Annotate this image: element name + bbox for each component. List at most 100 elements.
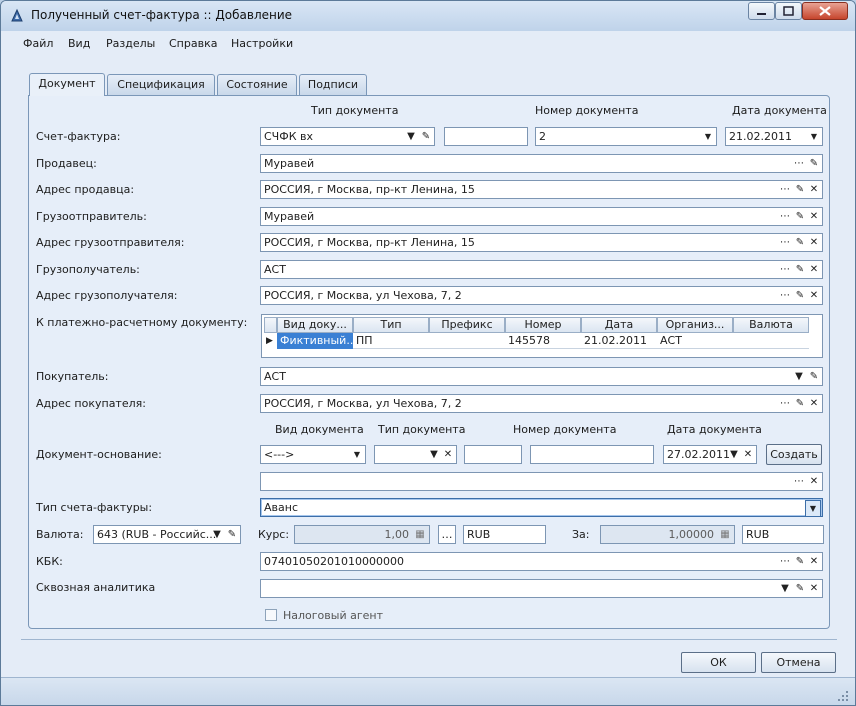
kbk-field[interactable]: 07401050201010000000 ⋯ ✎ ✕ (260, 552, 823, 571)
column-header[interactable]: Дата (581, 317, 657, 333)
table-cell[interactable]: 21.02.2011 (581, 333, 657, 349)
ellipsis-icon[interactable]: ⋯ (792, 156, 806, 171)
chevron-down-icon[interactable]: ▼ (404, 129, 418, 144)
column-header[interactable]: Валюта (733, 317, 809, 333)
edit-icon[interactable]: ✎ (807, 156, 821, 171)
analytics-field[interactable]: ▼ ✎ ✕ (260, 579, 823, 598)
calculator-icon[interactable]: ▦ (718, 527, 732, 542)
ellipsis-icon[interactable]: ⋯ (778, 396, 792, 411)
edit-icon[interactable]: ✎ (793, 554, 807, 569)
edit-icon[interactable]: ✎ (793, 209, 807, 224)
menu-settings[interactable]: Настройки (231, 37, 293, 50)
clear-icon[interactable]: ✕ (807, 288, 821, 303)
shipper-field[interactable]: Муравей ⋯ ✎ ✕ (260, 207, 823, 226)
edit-icon[interactable]: ✎ (419, 129, 433, 144)
table-cell[interactable]: 145578 (505, 333, 581, 349)
tab-signatures[interactable]: Подписи (299, 74, 367, 95)
ellipsis-icon[interactable]: ⋯ (778, 262, 792, 277)
clear-icon[interactable]: ✕ (807, 581, 821, 596)
edit-icon[interactable]: ✎ (807, 369, 821, 384)
menu-view[interactable]: Вид (68, 37, 90, 50)
column-header[interactable]: Организ... (657, 317, 733, 333)
chevron-down-icon[interactable]: ▼ (778, 581, 792, 596)
consignee-field[interactable]: АСТ ⋯ ✎ ✕ (260, 260, 823, 279)
consignee-address-field[interactable]: РОССИЯ, г Москва, ул Чехова, 7, 2 ⋯ ✎ ✕ (260, 286, 823, 305)
payment-doc-table[interactable]: Вид доку... Тип Префикс Номер Дата Орган… (261, 314, 823, 358)
resize-grip-icon[interactable] (837, 690, 849, 702)
column-header[interactable]: Номер (505, 317, 581, 333)
clear-icon[interactable]: ✕ (807, 209, 821, 224)
edit-icon[interactable]: ✎ (225, 527, 239, 542)
per-input[interactable]: 1,00000 ▦ (600, 525, 735, 544)
tab-status[interactable]: Состояние (217, 74, 297, 95)
ellipsis-icon[interactable]: ⋯ (778, 288, 792, 303)
chevron-down-icon[interactable]: ▼ (807, 129, 821, 144)
chevron-down-icon[interactable]: ▼ (350, 447, 364, 462)
menu-file[interactable]: Файл (23, 37, 53, 50)
clear-icon[interactable]: ✕ (741, 447, 755, 462)
edit-icon[interactable]: ✎ (793, 288, 807, 303)
ok-button[interactable]: ОК (681, 652, 756, 673)
clear-icon[interactable]: ✕ (441, 447, 455, 462)
chevron-down-icon[interactable]: ▼ (792, 369, 806, 384)
ellipsis-icon[interactable]: ⋯ (778, 554, 792, 569)
rate-options-button[interactable]: … (438, 525, 456, 544)
edit-icon[interactable]: ✎ (793, 235, 807, 250)
column-header[interactable]: Тип (353, 317, 429, 333)
create-basis-button[interactable]: Создать (766, 444, 822, 465)
column-header[interactable]: Вид доку... (277, 317, 353, 333)
basis-kind-select[interactable]: <---> ▼ (260, 445, 366, 464)
basis-extra-field[interactable]: ⋯ ✕ (260, 472, 823, 491)
minimize-button[interactable] (748, 2, 775, 20)
chevron-down-icon[interactable]: ▼ (427, 447, 441, 462)
table-cell[interactable]: Фиктивный... (277, 333, 353, 349)
table-cell[interactable] (733, 333, 809, 349)
close-button[interactable] (802, 2, 848, 20)
edit-icon[interactable]: ✎ (793, 396, 807, 411)
edit-icon[interactable]: ✎ (793, 262, 807, 277)
shipper-address-field[interactable]: РОССИЯ, г Москва, пр-кт Ленина, 15 ⋯ ✎ ✕ (260, 233, 823, 252)
chevron-down-icon[interactable]: ▼ (805, 500, 821, 516)
chevron-down-icon[interactable]: ▼ (210, 527, 224, 542)
rate-currency-field[interactable]: RUB (463, 525, 546, 544)
invoice-number-select[interactable]: 2 ▼ (535, 127, 717, 146)
table-cell[interactable] (429, 333, 505, 349)
basis-number-input[interactable] (530, 445, 654, 464)
ellipsis-icon[interactable]: ⋯ (792, 474, 806, 489)
invoice-date-picker[interactable]: 21.02.2011 ▼ (725, 127, 823, 146)
tax-agent-checkbox[interactable] (265, 609, 277, 621)
currency-select[interactable]: 643 (RUB - Российс... ▼ ✎ (93, 525, 241, 544)
tab-specification[interactable]: Спецификация (107, 74, 215, 95)
clear-icon[interactable]: ✕ (807, 235, 821, 250)
per-currency-field[interactable]: RUB (742, 525, 824, 544)
invoice-kind-select[interactable]: Аванс ▼ (260, 498, 823, 517)
menu-sections[interactable]: Разделы (106, 37, 155, 50)
tab-document[interactable]: Документ (29, 73, 105, 96)
edit-icon[interactable]: ✎ (793, 182, 807, 197)
seller-address-field[interactable]: РОССИЯ, г Москва, пр-кт Ленина, 15 ⋯ ✎ ✕ (260, 180, 823, 199)
column-header[interactable]: Префикс (429, 317, 505, 333)
rate-input[interactable]: 1,00 ▦ (294, 525, 430, 544)
invoice-prefix-input[interactable] (444, 127, 528, 146)
ellipsis-icon[interactable]: ⋯ (778, 209, 792, 224)
clear-icon[interactable]: ✕ (807, 182, 821, 197)
seller-field[interactable]: Муравей ⋯ ✎ (260, 154, 823, 173)
calculator-icon[interactable]: ▦ (413, 527, 427, 542)
basis-type-select[interactable]: ▼ ✕ (374, 445, 457, 464)
maximize-button[interactable] (775, 2, 802, 20)
buyer-field[interactable]: АСТ ▼ ✎ (260, 367, 823, 386)
buyer-address-field[interactable]: РОССИЯ, г Москва, ул Чехова, 7, 2 ⋯ ✎ ✕ (260, 394, 823, 413)
clear-icon[interactable]: ✕ (807, 474, 821, 489)
invoice-type-select[interactable]: СЧФК вх ▼ ✎ (260, 127, 435, 146)
basis-prefix-input[interactable] (464, 445, 522, 464)
clear-icon[interactable]: ✕ (807, 396, 821, 411)
table-cell[interactable]: ПП (353, 333, 429, 349)
ellipsis-icon[interactable]: ⋯ (778, 235, 792, 250)
table-cell[interactable]: АСТ (657, 333, 733, 349)
chevron-down-icon[interactable]: ▼ (727, 447, 741, 462)
clear-icon[interactable]: ✕ (807, 262, 821, 277)
ellipsis-icon[interactable]: ⋯ (778, 182, 792, 197)
menu-help[interactable]: Справка (169, 37, 217, 50)
clear-icon[interactable]: ✕ (807, 554, 821, 569)
cancel-button[interactable]: Отмена (761, 652, 836, 673)
